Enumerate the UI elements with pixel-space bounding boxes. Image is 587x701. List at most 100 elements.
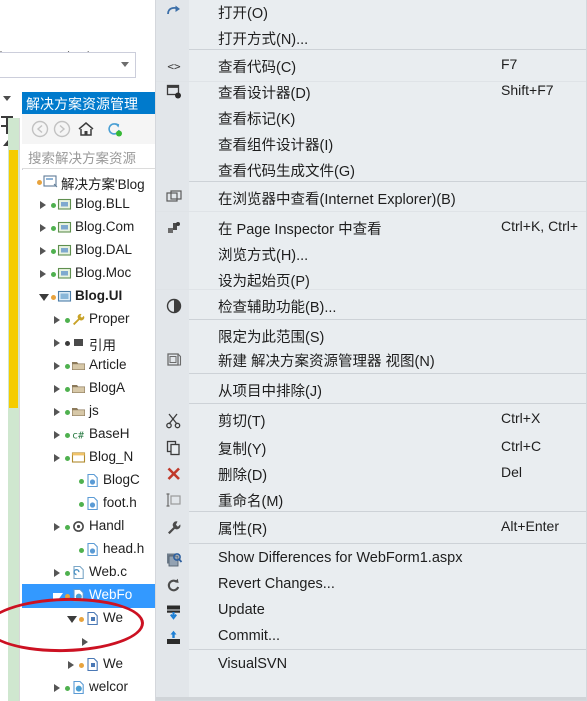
menu-item[interactable]: 剪切(T) Ctrl+X <box>156 407 586 433</box>
menu-item[interactable]: 浏览方式(H)... <box>156 241 586 267</box>
tree-item[interactable]: Web.c <box>22 561 160 585</box>
twisty-collapsed-icon[interactable] <box>38 216 48 240</box>
twisty-expanded-icon[interactable] <box>38 285 49 309</box>
menu-separator <box>189 373 586 374</box>
menu-item[interactable]: 新建 解决方案资源管理器 视图(N) <box>156 347 586 373</box>
tree-item[interactable]: Blog.Moc <box>22 262 160 286</box>
back-icon[interactable] <box>30 119 50 139</box>
twisty-collapsed-icon[interactable] <box>38 193 48 217</box>
menu-separator <box>189 319 586 320</box>
menu-item[interactable]: 查看设计器(D) Shift+F7 <box>156 79 586 105</box>
tree-item[interactable]: BlogA <box>22 377 160 401</box>
twisty-collapsed-icon[interactable] <box>38 239 48 263</box>
tree-item[interactable]: Handl <box>22 515 160 539</box>
forward-icon[interactable] <box>52 119 72 139</box>
menu-item[interactable]: 重命名(M) <box>156 487 586 513</box>
tree-item[interactable]: Blog.UI <box>22 285 160 309</box>
tree-item[interactable]: js <box>22 400 160 424</box>
twisty-collapsed-icon[interactable] <box>52 515 62 539</box>
tree-item-label: Article <box>89 357 127 372</box>
menu-item-label: 查看标记(K) <box>218 112 296 128</box>
tree-item[interactable]: c# BaseH <box>22 423 160 447</box>
twisty-collapsed-icon[interactable] <box>52 308 62 332</box>
html-file-icon <box>85 496 100 511</box>
tree-item[interactable]: We <box>22 653 160 677</box>
home-icon[interactable] <box>76 119 96 139</box>
menu-item[interactable]: 复制(Y) Ctrl+C <box>156 435 586 461</box>
project-icon <box>57 266 72 281</box>
menu-item[interactable]: 在 Page Inspector 中查看 Ctrl+K, Ctrl+ <box>156 215 586 241</box>
menu-item-label: 查看代码生成文件(G) <box>218 164 355 180</box>
tree-item[interactable]: Proper <box>22 308 160 332</box>
twisty-collapsed-icon[interactable] <box>52 423 62 447</box>
folder-icon <box>71 358 86 373</box>
menu-item[interactable]: 删除(D) Del <box>156 461 586 487</box>
menu-item-shortcut: Shift+F7 <box>501 82 554 98</box>
tree-item-label: Proper <box>89 311 130 326</box>
menu-item[interactable]: 打开方式(N)... <box>156 25 586 51</box>
refresh-icon[interactable] <box>104 119 124 139</box>
menu-item[interactable]: VisualSVN <box>156 653 586 679</box>
menu-item-label: VisualSVN <box>218 656 288 672</box>
source-control-status-dot <box>51 203 56 208</box>
twisty-collapsed-icon[interactable] <box>52 400 62 424</box>
menu-item-label: 复制(Y) <box>218 442 267 458</box>
menu-item[interactable]: Show Differences for WebForm1.aspx <box>156 547 586 573</box>
menu-item[interactable]: Commit... <box>156 625 586 651</box>
menu-item-label: 打开方式(N)... <box>218 32 309 48</box>
twisty-collapsed-icon[interactable] <box>52 561 62 585</box>
tree-item[interactable]: Article <box>22 354 160 378</box>
tree-item[interactable]: 引用 <box>22 331 160 355</box>
menu-item[interactable]: 查看标记(K) <box>156 105 586 131</box>
twisty-collapsed-icon[interactable] <box>52 331 62 355</box>
menu-item[interactable]: 检查辅助功能(B)... <box>156 293 586 319</box>
solution-explorer-tab[interactable]: 解决方案资源管理 <box>22 92 160 114</box>
menu-bar: 窗口(W) 帮助(H) <box>0 22 160 68</box>
context-menu-bottom-edge <box>156 697 586 700</box>
tree-item[interactable]: Blog.BLL <box>22 193 160 217</box>
twisty-collapsed-icon[interactable] <box>52 354 62 378</box>
chevron-down-icon[interactable] <box>3 96 11 101</box>
tree-item[interactable]: head.h <box>22 538 160 562</box>
tree-item[interactable]: Blog_N <box>22 446 160 470</box>
copy-icon <box>165 439 183 457</box>
tree-item-label: BaseH <box>89 426 130 441</box>
tree-item[interactable]: 解决方案'Blog <box>22 170 160 194</box>
twisty-collapsed-icon[interactable] <box>66 653 76 677</box>
menu-item-label: 重命名(M) <box>218 494 284 510</box>
tree-item[interactable]: foot.h <box>22 492 160 516</box>
properties-icon <box>71 312 86 327</box>
menu-item[interactable]: 从项目中排除(J) <box>156 377 586 403</box>
menu-item[interactable]: Revert Changes... <box>156 573 586 599</box>
menu-item[interactable]: 在浏览器中查看(Internet Explorer)(B) <box>156 185 586 211</box>
twisty-collapsed-icon[interactable] <box>38 262 48 286</box>
tree-item[interactable]: BlogC <box>22 469 160 493</box>
vertical-scrollbar-thumb[interactable] <box>9 150 18 408</box>
search-placeholder: 搜索解决方案资源 <box>28 151 136 166</box>
tree-item[interactable]: Blog.DAL <box>22 239 160 263</box>
menu-item[interactable]: Update <box>156 599 586 625</box>
menu-item-label: Show Differences for WebForm1.aspx <box>218 550 463 566</box>
menu-item[interactable]: 打开(O) <box>156 0 586 25</box>
open-icon <box>165 3 183 21</box>
menu-item[interactable]: 查看代码生成文件(G) <box>156 157 586 183</box>
tree-item-label: Blog.DAL <box>75 242 133 257</box>
source-control-status-dot <box>51 272 56 277</box>
twisty-collapsed-icon[interactable] <box>52 446 62 470</box>
menu-item[interactable]: <> 查看代码(C) F7 <box>156 53 586 79</box>
designer-icon <box>165 83 183 101</box>
search-input[interactable]: 搜索解决方案资源 <box>22 144 160 169</box>
menu-item[interactable]: 设为起始页(P) <box>156 267 586 293</box>
tree-item[interactable]: Blog.Com <box>22 216 160 240</box>
menu-item[interactable]: 查看组件设计器(I) <box>156 131 586 157</box>
menu-item[interactable]: 限定为此范围(S) <box>156 323 586 349</box>
toolbar-combobox[interactable] <box>0 52 136 78</box>
source-control-status-dot <box>65 433 70 438</box>
source-control-status-dot <box>51 249 56 254</box>
twisty-collapsed-icon[interactable] <box>52 676 62 700</box>
references-icon <box>71 335 86 350</box>
tree-item[interactable]: welcor <box>22 676 160 700</box>
menu-item[interactable]: 属性(R) Alt+Enter <box>156 515 586 541</box>
twisty-collapsed-icon[interactable] <box>52 377 62 401</box>
accessibility-icon <box>165 297 183 315</box>
